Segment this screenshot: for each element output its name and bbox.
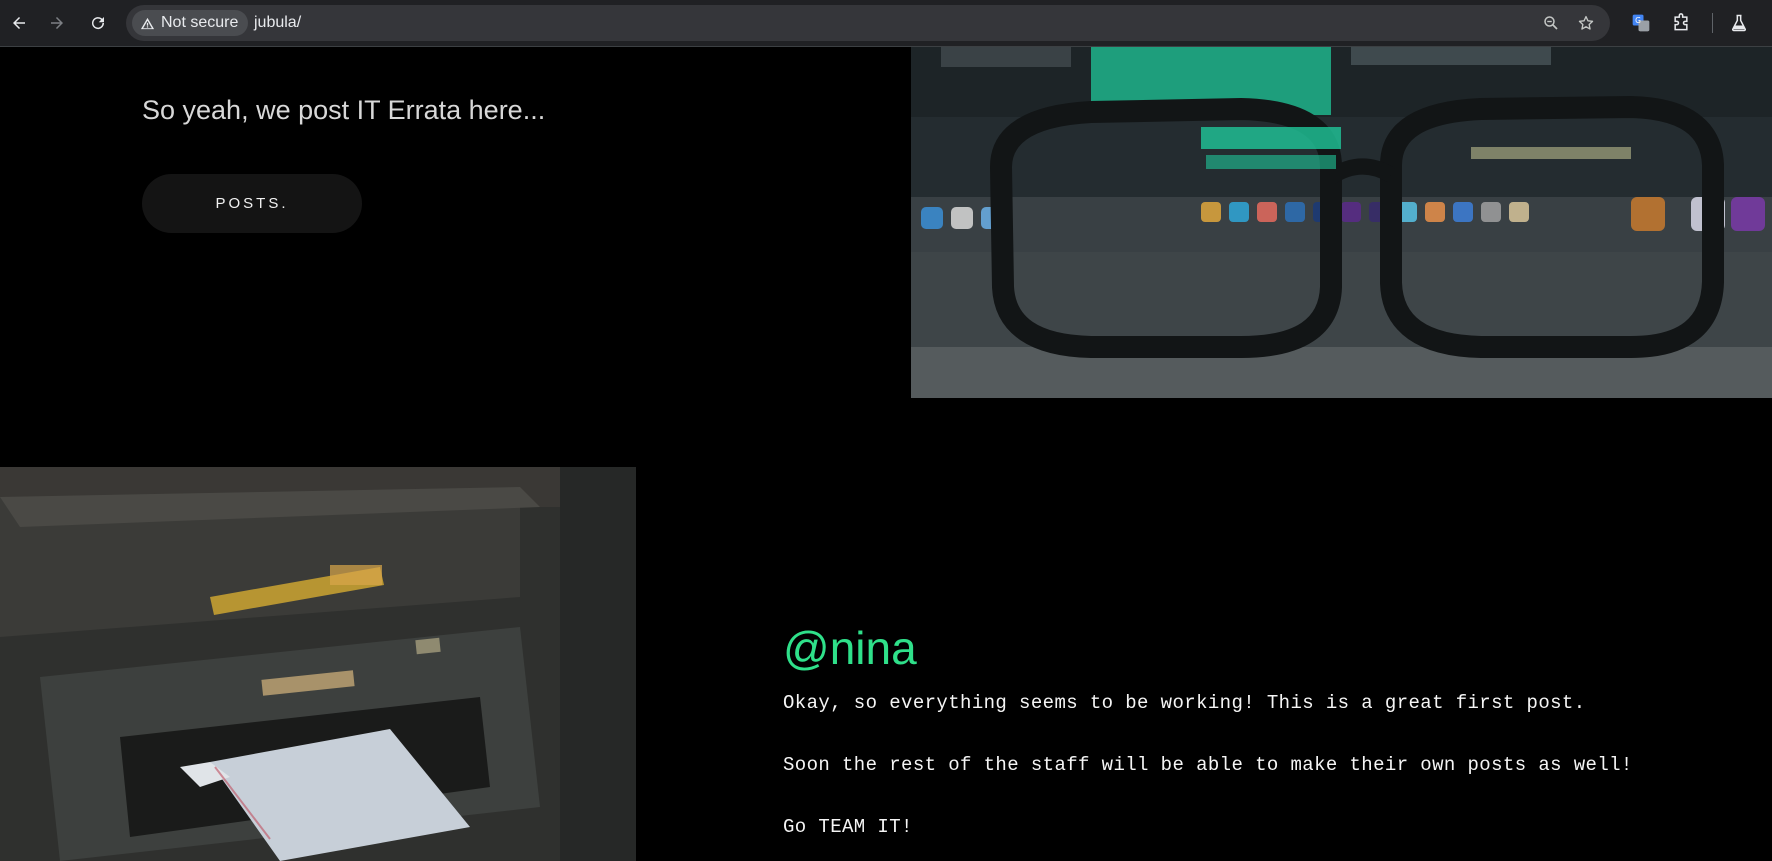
puzzle-icon bbox=[1674, 13, 1688, 31]
extensions-button[interactable] bbox=[1668, 10, 1694, 36]
translate-extension-button[interactable]: G bbox=[1628, 10, 1654, 36]
post-paragraph: Soon the rest of the staff will be able … bbox=[783, 754, 1633, 776]
svg-text:G: G bbox=[1635, 16, 1641, 25]
post-author[interactable]: @nina bbox=[783, 621, 917, 675]
back-button[interactable] bbox=[4, 8, 34, 38]
glasses-photo bbox=[911, 47, 1772, 398]
translate-extension-icon: G bbox=[1632, 14, 1650, 32]
star-icon bbox=[1578, 15, 1594, 30]
posts-button[interactable]: POSTS. bbox=[142, 174, 362, 233]
back-arrow-icon bbox=[13, 17, 25, 29]
security-chip[interactable]: Not secure bbox=[132, 10, 249, 36]
browser-toolbar: Not secure jubula/ G bbox=[0, 0, 1772, 47]
post-paragraph: Go TEAM IT! bbox=[783, 816, 913, 838]
post-image bbox=[0, 467, 636, 861]
post-paragraph: Okay, so everything seems to be working!… bbox=[783, 692, 1586, 714]
zoom-button[interactable] bbox=[1540, 12, 1562, 34]
mailbox-photo bbox=[0, 467, 636, 861]
forward-button[interactable] bbox=[42, 8, 72, 38]
bookmark-button[interactable] bbox=[1575, 12, 1597, 34]
hero-heading-fragment bbox=[148, 49, 170, 85]
hero-subtitle: So yeah, we post IT Errata here... bbox=[142, 95, 546, 125]
address-bar[interactable]: Not secure jubula/ bbox=[126, 5, 1610, 41]
hero-image bbox=[911, 47, 1772, 398]
toolbar-separator bbox=[1712, 13, 1713, 33]
forward-arrow-icon bbox=[51, 17, 63, 29]
labs-button[interactable] bbox=[1726, 10, 1752, 36]
warning-triangle-icon bbox=[140, 17, 155, 29]
reload-icon bbox=[92, 17, 105, 30]
page-content: So yeah, we post IT Errata here... POSTS… bbox=[0, 47, 1772, 861]
reload-button[interactable] bbox=[83, 8, 113, 38]
security-label: Not secure bbox=[161, 14, 239, 31]
flask-icon bbox=[1731, 14, 1747, 32]
zoom-icon bbox=[1544, 16, 1558, 30]
url-text[interactable]: jubula/ bbox=[254, 13, 301, 33]
